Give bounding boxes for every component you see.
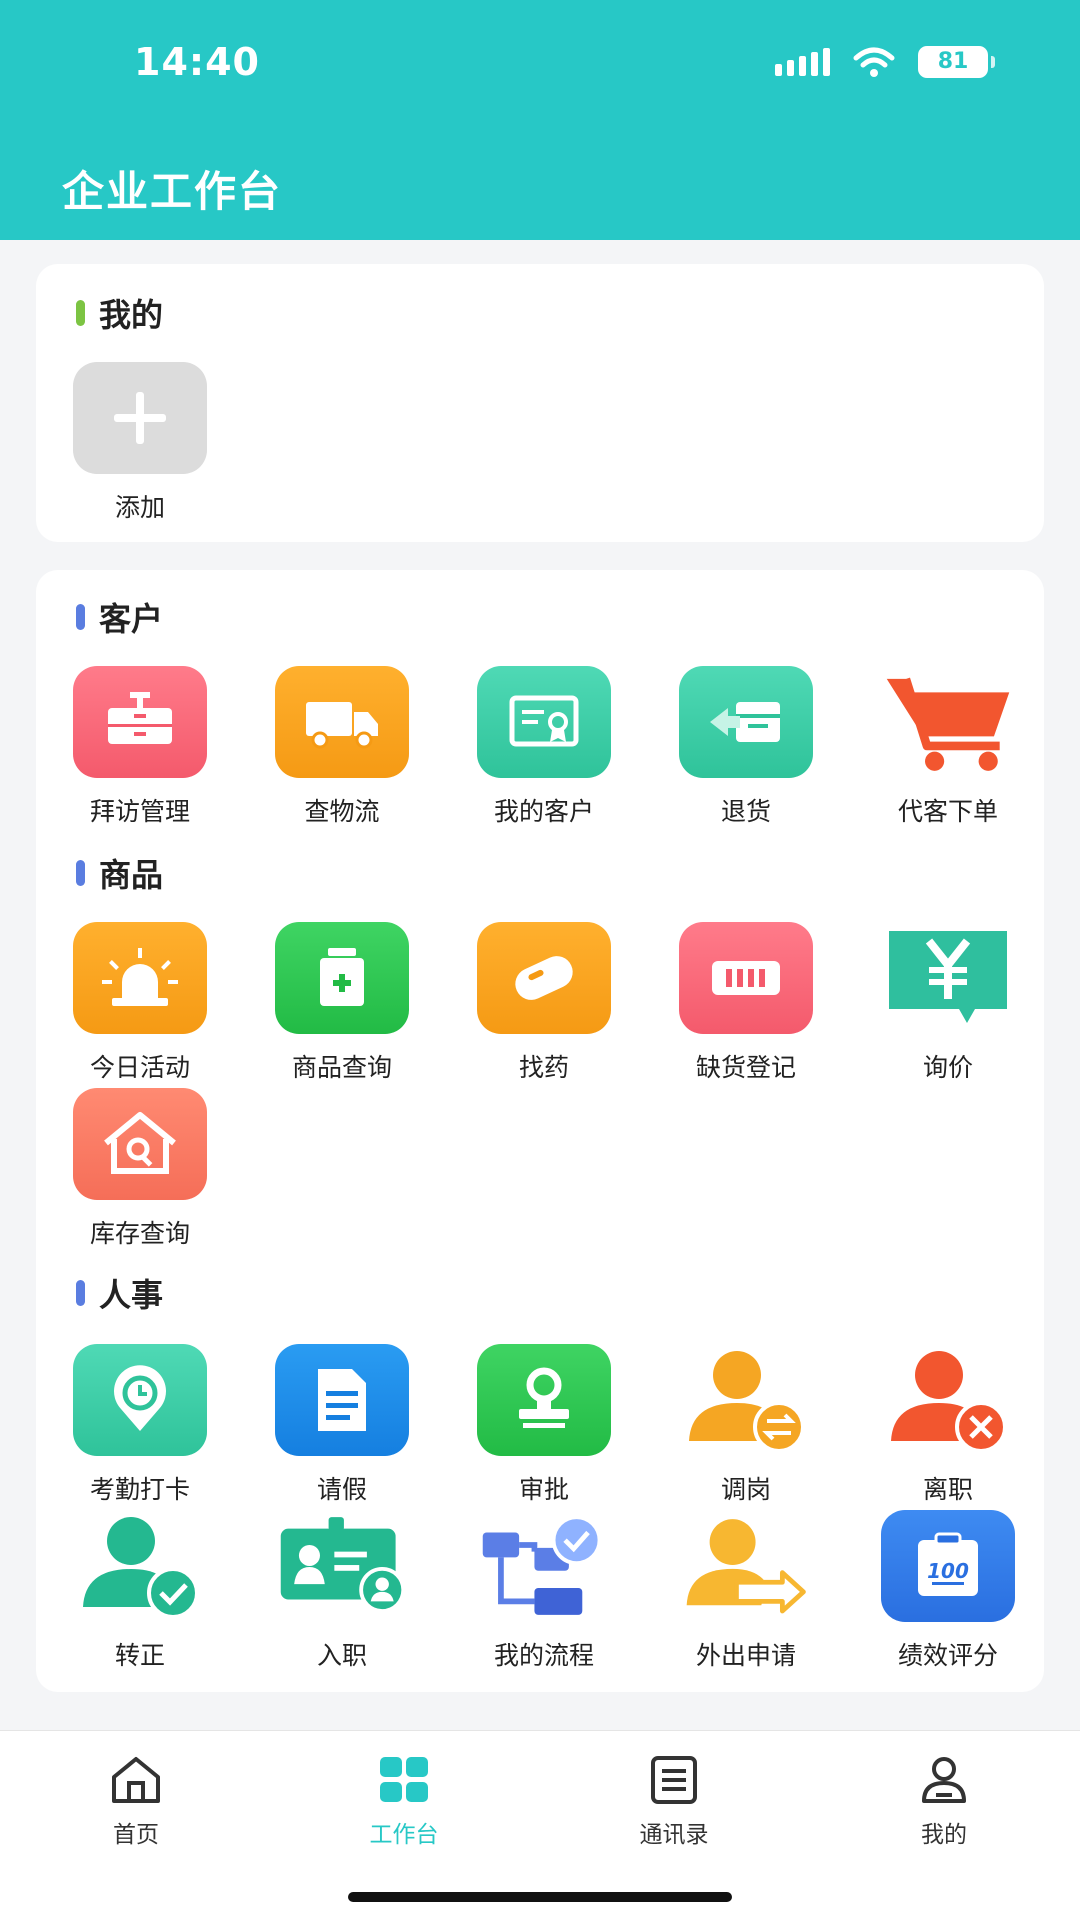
tile-label: 离职 <box>922 1475 973 1504</box>
list-icon <box>651 1756 697 1804</box>
medicine-jar-icon <box>275 922 409 1034</box>
tile-label: 考勤打卡 <box>89 1475 190 1504</box>
tile-leave[interactable]: 请假 <box>262 1344 422 1506</box>
tile-label: 找药 <box>518 1053 569 1082</box>
tile-label: 转正 <box>114 1641 165 1670</box>
tile-label: 我的流程 <box>493 1641 594 1670</box>
wifi-icon <box>853 47 895 77</box>
tile-label: 库存查询 <box>89 1219 190 1248</box>
truck-icon <box>275 666 409 778</box>
pill-icon <box>477 922 611 1034</box>
house-search-icon <box>73 1088 207 1200</box>
tile-label: 调岗 <box>720 1475 771 1504</box>
tile-label: 询价 <box>922 1053 973 1082</box>
cellular-signal-icon <box>775 48 830 76</box>
tab-home[interactable]: 首页 <box>56 1755 216 1849</box>
tile-approval[interactable]: 审批 <box>464 1344 624 1506</box>
tile-performance-score[interactable]: 100 绩效评分 <box>868 1510 1028 1672</box>
status-time: 14:40 <box>134 40 260 84</box>
tile-product-search[interactable]: 商品查询 <box>262 922 422 1084</box>
svg-text:100: 100 <box>927 1559 969 1583</box>
shopping-cart-icon <box>881 666 1015 778</box>
tile-returns[interactable]: 退货 <box>666 666 826 828</box>
section-title-customer: 客户 <box>76 594 163 640</box>
document-icon <box>275 1344 409 1456</box>
certificate-icon <box>477 666 611 778</box>
tile-label: 外出申请 <box>695 1641 796 1670</box>
yen-chat-icon <box>881 922 1015 1034</box>
section-title-goods: 商品 <box>76 850 163 896</box>
tile-visit-management[interactable]: 拜访管理 <box>60 666 220 828</box>
tile-transfer[interactable]: 调岗 <box>666 1344 826 1506</box>
tile-out-of-stock[interactable]: 缺货登记 <box>666 922 826 1084</box>
tile-label: 退货 <box>720 797 771 826</box>
barcode-icon <box>679 922 813 1034</box>
tile-label: 我的客户 <box>493 797 594 826</box>
tab-mine[interactable]: 我的 <box>864 1755 1024 1849</box>
tile-label: 请假 <box>316 1475 367 1504</box>
tile-price-inquiry[interactable]: 询价 <box>868 922 1028 1084</box>
home-icon <box>112 1757 160 1803</box>
user-exit-icon <box>679 1510 813 1622</box>
tab-label: 首页 <box>113 1822 159 1848</box>
battery-icon: 81 <box>918 46 995 78</box>
id-badge-icon <box>275 1510 409 1622</box>
tile-label: 今日活动 <box>89 1053 190 1082</box>
tab-label: 工作台 <box>369 1822 439 1848</box>
tile-label: 审批 <box>518 1475 569 1504</box>
header: 14:40 81 企业工作台 <box>0 0 1080 240</box>
drawer-cabinet-icon <box>73 666 207 778</box>
section-title-mine: 我的 <box>76 290 163 336</box>
tile-outing-request[interactable]: 外出申请 <box>666 1510 826 1672</box>
tile-regularization[interactable]: 转正 <box>60 1510 220 1672</box>
tile-label: 拜访管理 <box>89 797 190 826</box>
tile-logistics[interactable]: 查物流 <box>262 666 422 828</box>
tile-find-medicine[interactable]: 找药 <box>464 922 624 1084</box>
tab-label: 我的 <box>921 1822 967 1848</box>
add-label: 添加 <box>114 493 165 522</box>
tile-label: 入职 <box>316 1641 367 1670</box>
user-transfer-icon <box>679 1344 813 1456</box>
page-title: 企业工作台 <box>62 167 283 216</box>
home-indicator <box>348 1892 732 1902</box>
score-board-icon: 100 <box>881 1510 1015 1622</box>
tile-my-process[interactable]: 我的流程 <box>464 1510 624 1672</box>
user-icon <box>922 1757 966 1803</box>
grid-icon <box>380 1757 428 1802</box>
return-box-icon <box>679 666 813 778</box>
tile-stock-search[interactable]: 库存查询 <box>60 1088 220 1250</box>
tile-label: 绩效评分 <box>897 1641 998 1670</box>
tile-today-activity[interactable]: 今日活动 <box>60 922 220 1084</box>
plus-icon <box>73 362 207 474</box>
tile-resign[interactable]: 离职 <box>868 1344 1028 1506</box>
workbench-card: 客户 拜访管理 查物流 我的客户 退货 代客下单 商品 今日活动 商品查询 找药… <box>36 570 1044 1692</box>
user-remove-icon <box>881 1344 1015 1456</box>
tile-label: 代客下单 <box>897 797 998 826</box>
tile-order-for-customer[interactable]: 代客下单 <box>868 666 1028 828</box>
location-clock-icon <box>73 1344 207 1456</box>
tile-my-customers[interactable]: 我的客户 <box>464 666 624 828</box>
flowchart-icon <box>477 1510 611 1622</box>
tile-onboarding[interactable]: 入职 <box>262 1510 422 1672</box>
tab-label: 通讯录 <box>639 1822 709 1848</box>
tile-label: 查物流 <box>304 797 380 826</box>
add-shortcut-button[interactable]: 添加 <box>60 362 220 524</box>
tab-workbench[interactable]: 工作台 <box>324 1755 484 1849</box>
alarm-light-icon <box>73 922 207 1034</box>
tile-label: 缺货登记 <box>695 1053 796 1082</box>
section-title-hr: 人事 <box>76 1270 163 1316</box>
stamp-icon <box>477 1344 611 1456</box>
my-shortcuts-card: 我的 添加 <box>36 264 1044 542</box>
status-icons: 81 <box>775 46 995 78</box>
tile-attendance[interactable]: 考勤打卡 <box>60 1344 220 1506</box>
tile-label: 商品查询 <box>291 1053 392 1082</box>
user-check-icon <box>73 1510 207 1622</box>
tab-contacts[interactable]: 通讯录 <box>594 1755 754 1849</box>
